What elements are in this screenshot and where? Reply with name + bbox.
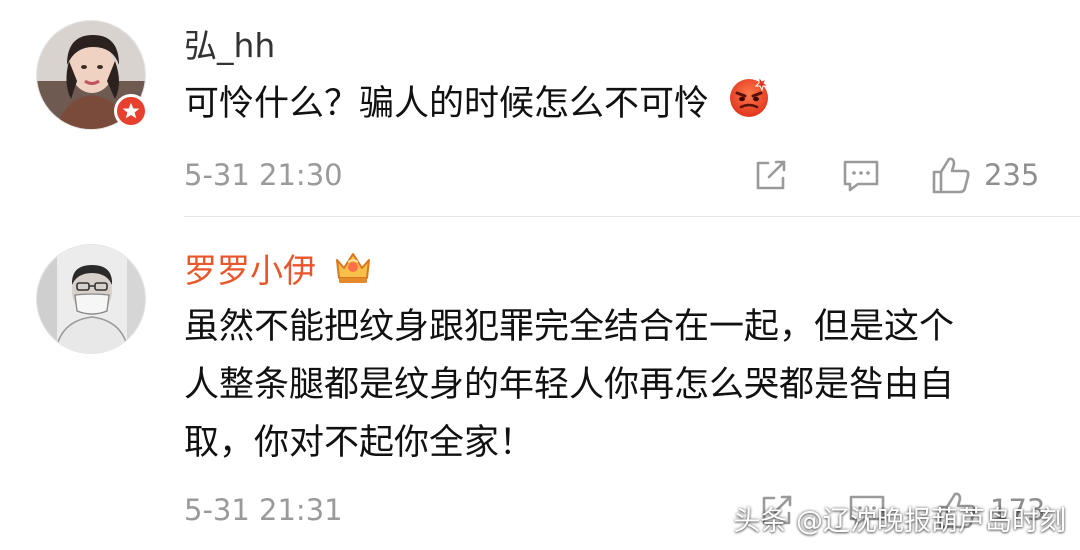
comment-item-1: 弘_hh 可怜什么？骗人的时候怎么不可怜 5-31 21:30 235: [0, 0, 1080, 217]
source-watermark: 头条 @辽沈晚报葫芦岛时刻: [733, 506, 1066, 537]
comment-text-line: 可怜什么？骗人的时候怎么不可怜: [184, 84, 710, 124]
like-button[interactable]: 235: [930, 154, 1039, 196]
user-avatar[interactable]: [36, 244, 146, 354]
comment-text-line: 人整条腿都是纹身的年轻人你再怎么哭都是咎由自: [184, 365, 955, 405]
comment-username[interactable]: 弘_hh: [184, 24, 275, 68]
repost-button[interactable]: [752, 156, 790, 194]
comment-username-text: 罗罗小伊: [184, 251, 316, 290]
avatar-portrait-image: [37, 245, 145, 353]
comment-timestamp: 5-31 21:30: [184, 158, 343, 192]
comment-text: 可怜什么？骗人的时候怎么不可怜: [184, 73, 772, 137]
comment-text: 虽然不能把纹身跟犯罪完全结合在一起，但是这个 人整条腿都是纹身的年轻人你再怎么哭…: [184, 298, 954, 472]
like-count: 235: [984, 158, 1040, 192]
user-avatar[interactable]: [36, 20, 148, 130]
verified-badge-icon: [114, 94, 148, 128]
crown-badge-icon: [333, 248, 373, 297]
share-icon: [756, 160, 786, 190]
comment-username[interactable]: 罗罗小伊: [184, 248, 373, 297]
comment-timestamp: 5-31 21:31: [184, 493, 343, 527]
comment-text-line: 虽然不能把纹身跟犯罪完全结合在一起，但是这个: [184, 307, 955, 347]
thumbs-up-icon: [932, 157, 970, 194]
comment-text-line: 取，你对不起你全家！: [184, 423, 535, 463]
reply-button[interactable]: [842, 158, 880, 194]
angry-face-emoji-icon: [726, 73, 772, 137]
comment-icon: [843, 160, 879, 192]
